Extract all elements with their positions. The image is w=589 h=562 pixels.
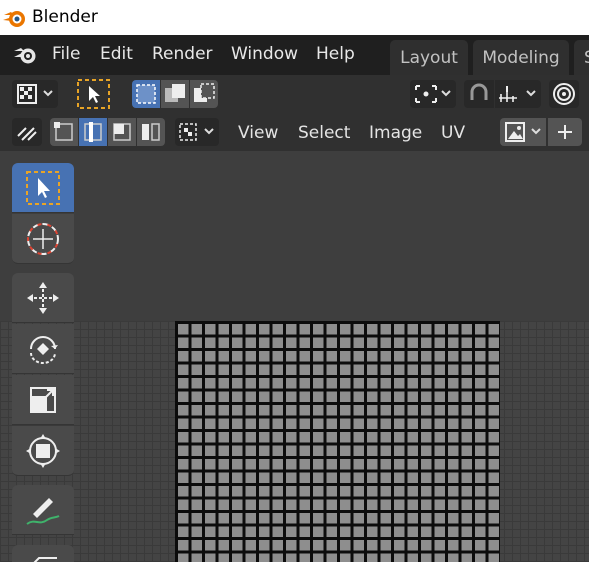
vertex-mode-button[interactable] — [50, 118, 78, 146]
snap-magnet-icon — [470, 83, 488, 100]
face-mode-button[interactable] — [108, 118, 136, 146]
uv-editor: View Select Image UV — [0, 75, 589, 562]
move-icon — [27, 282, 59, 314]
menu-view[interactable]: View — [238, 123, 278, 143]
blender-logo-icon[interactable] — [12, 43, 40, 67]
scale-icon — [30, 387, 56, 413]
rotate-icon — [30, 336, 58, 364]
tab-sculpting[interactable]: S — [574, 40, 589, 75]
next-tool-group[interactable] — [12, 545, 74, 562]
menu-help[interactable]: Help — [316, 44, 355, 64]
editor-type-button[interactable] — [12, 80, 58, 108]
uv-editor-icon — [17, 84, 53, 104]
snap-increment-icon — [499, 86, 536, 102]
tool-shelf — [12, 163, 75, 562]
cursor-3d-icon — [27, 223, 59, 255]
transform-icon — [26, 434, 60, 468]
menu-render[interactable]: Render — [152, 44, 213, 64]
face-mode-icon — [113, 123, 131, 141]
island-mode-button[interactable] — [137, 118, 165, 146]
new-image-button[interactable] — [548, 118, 582, 146]
edge-mode-button[interactable] — [79, 118, 107, 146]
sticky-selection-icon — [179, 123, 214, 141]
select-box-tool[interactable] — [12, 163, 74, 213]
editor-header-menus: View Select Image UV — [0, 113, 589, 151]
proportional-edit-icon — [553, 83, 575, 105]
menu-window[interactable]: Window — [231, 44, 298, 64]
pivot-point-button[interactable] — [410, 80, 456, 108]
editor-header-tools — [0, 75, 589, 113]
sticky-selection-button[interactable] — [175, 118, 219, 146]
cursor-tool[interactable] — [12, 214, 74, 264]
island-mode-icon — [142, 123, 160, 141]
image-browse-icon — [505, 122, 541, 142]
menu-file[interactable]: File — [52, 44, 80, 64]
uv-mesh[interactable] — [175, 321, 500, 562]
blender-logo-icon — [3, 11, 25, 27]
select-extend-button[interactable] — [161, 80, 189, 108]
uv-sync-selection-icon — [17, 127, 37, 141]
menu-edit[interactable]: Edit — [100, 44, 133, 64]
box-icon — [33, 557, 57, 562]
menu-select[interactable]: Select — [298, 123, 350, 143]
select-subtract-button[interactable] — [190, 80, 218, 108]
select-extend-icon — [165, 84, 185, 102]
transform-tool[interactable] — [12, 426, 74, 476]
select-mode-button[interactable] — [76, 78, 111, 110]
cursor-select-icon — [77, 79, 110, 109]
select-new-icon — [136, 84, 156, 104]
snap-toggle-button[interactable] — [464, 80, 494, 108]
vertex-mode-icon — [54, 122, 73, 141]
edge-mode-icon — [84, 122, 102, 142]
select-box-icon — [26, 171, 60, 205]
top-menubar: File Edit Render Window Help Layout Mode… — [0, 35, 589, 75]
annotate-tool[interactable] — [12, 485, 74, 535]
proportional-edit-button[interactable] — [549, 80, 579, 108]
menu-uv[interactable]: UV — [441, 123, 465, 143]
uv-sync-button[interactable] — [12, 118, 42, 146]
move-tool[interactable] — [12, 273, 74, 323]
window-titlebar: Blender — [0, 0, 589, 35]
pivot-point-icon — [415, 85, 451, 103]
select-subtract-icon — [194, 83, 215, 102]
tab-modeling[interactable]: Modeling — [473, 40, 569, 75]
image-browse-button[interactable] — [500, 118, 546, 146]
rotate-tool[interactable] — [12, 324, 74, 374]
window-title: Blender — [32, 7, 98, 27]
tab-layout[interactable]: Layout — [390, 40, 468, 75]
select-new-button[interactable] — [132, 80, 160, 108]
plus-icon — [558, 125, 572, 139]
annotate-pen-icon — [26, 498, 60, 525]
scale-tool[interactable] — [12, 375, 74, 425]
snap-target-button[interactable] — [495, 80, 541, 108]
menu-image[interactable]: Image — [369, 123, 422, 143]
